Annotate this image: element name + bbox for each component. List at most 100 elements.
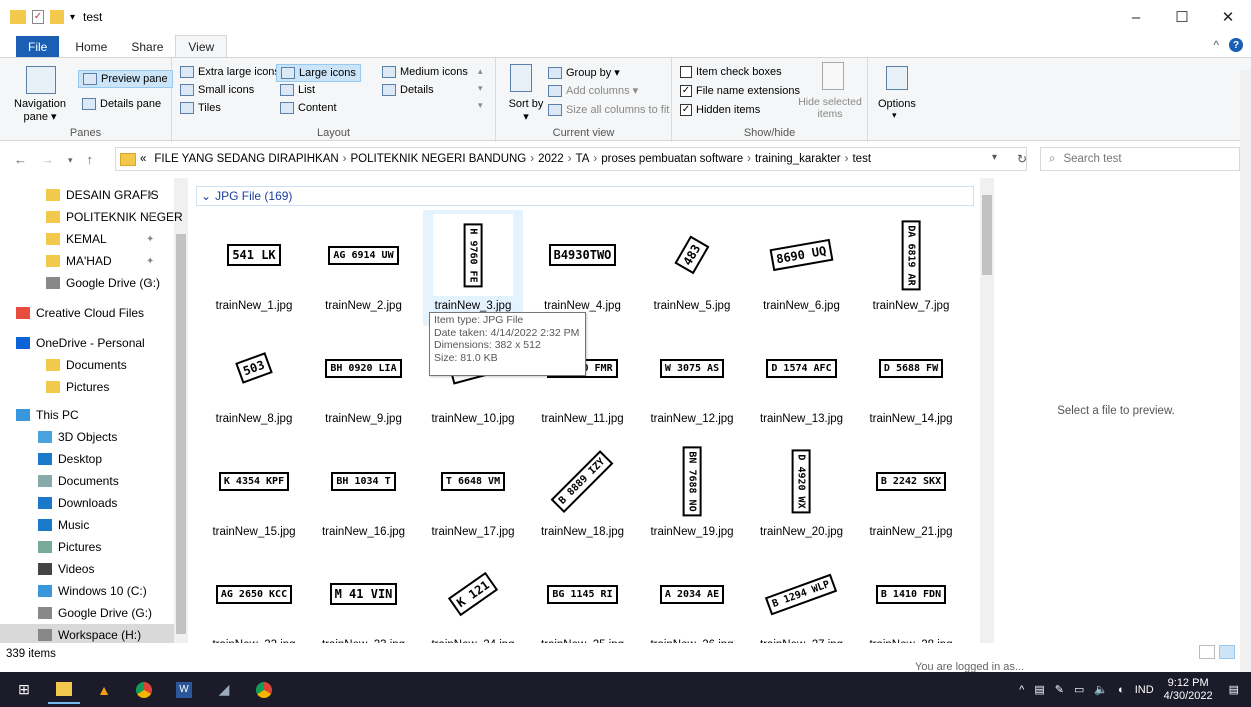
tab-home[interactable]: Home [63, 36, 119, 58]
network-icon[interactable]: ◐ [1118, 684, 1125, 696]
word-icon[interactable]: W [168, 676, 200, 704]
breadcrumb-item[interactable]: 2022 [538, 153, 564, 165]
chevron-right-icon[interactable]: › [530, 153, 534, 165]
layout-tiles[interactable]: Tiles [180, 102, 221, 114]
chevron-right-icon[interactable]: › [568, 153, 572, 165]
sidebar-item[interactable]: Google Drive (G:) [0, 602, 152, 624]
sidebar-item[interactable]: 3D Objects [0, 426, 117, 448]
tray-app-icon[interactable]: ▤ [1034, 683, 1044, 696]
sidebar-item[interactable]: Downloads [0, 492, 117, 514]
layout-details[interactable]: Details [382, 84, 434, 96]
back-arrow-icon[interactable]: ← [14, 152, 27, 167]
maximize-button[interactable]: ☐ [1159, 0, 1205, 34]
chrome-alt-icon[interactable] [248, 676, 280, 704]
file-item[interactable]: BG 1145 RItrainNew_25.jpg [533, 549, 633, 643]
close-button[interactable]: ✕ [1205, 0, 1251, 34]
ribbon-collapse-icon[interactable]: ^ [1213, 38, 1219, 52]
file-item[interactable]: M 41 VINtrainNew_23.jpg [314, 549, 414, 643]
help-icon[interactable]: ? [1229, 38, 1243, 52]
pen-icon[interactable]: ✎ [1055, 683, 1064, 696]
layout-content[interactable]: Content [280, 102, 337, 114]
chevron-right-icon[interactable]: › [845, 153, 849, 165]
file-item[interactable]: 503 trainNew_8.jpg [204, 323, 304, 439]
file-item[interactable]: AG 2650 KCCtrainNew_22.jpg [204, 549, 304, 643]
sidebar-item[interactable]: Documents [0, 470, 119, 492]
file-item[interactable]: T 6648 VM trainNew_17.jpg [423, 436, 523, 552]
battery-icon[interactable]: ▭ [1074, 683, 1084, 696]
windows-start-icon[interactable]: ⊞ [8, 676, 40, 704]
file-name-extensions-checkbox[interactable]: ✓ File name extensions [680, 85, 800, 97]
language-indicator[interactable]: IND [1135, 684, 1154, 696]
breadcrumb-item[interactable]: FILE YANG SEDANG DIRAPIHKAN [154, 153, 338, 165]
file-item[interactable]: AG 6914 UW trainNew_2.jpg [314, 210, 414, 326]
up-arrow-icon[interactable]: ↑ [87, 152, 94, 167]
sidebar-item[interactable]: Music [0, 514, 89, 536]
file-item[interactable]: BN 7688 NO trainNew_19.jpg [642, 436, 742, 552]
vlc-icon[interactable]: ▲ [88, 676, 120, 704]
sidebar-item[interactable]: POLITEKNIK NEGER ✦ [0, 206, 183, 228]
sidebar-item[interactable]: Documents [0, 354, 127, 376]
chevron-right-icon[interactable]: › [593, 153, 597, 165]
search-input[interactable]: ⌕ Search test [1040, 147, 1240, 171]
group-by-button[interactable]: Group by ▾ [548, 66, 620, 79]
sidebar-item[interactable]: Desktop [0, 448, 102, 470]
details-view-icon[interactable] [1199, 645, 1215, 659]
file-item[interactable]: K 121trainNew_24.jpg [423, 549, 523, 643]
tab-share[interactable]: Share [119, 36, 175, 58]
tab-file[interactable]: File [16, 36, 60, 58]
forward-arrow-icon[interactable]: → [41, 152, 54, 167]
chrome-icon[interactable] [128, 676, 160, 704]
file-item[interactable]: B 1410 FDNtrainNew_28.jpg [861, 549, 961, 643]
file-item[interactable]: B4930TWO trainNew_4.jpg [533, 210, 633, 326]
sidebar-item[interactable]: Pictures [0, 376, 109, 398]
item-check-boxes-checkbox[interactable]: Item check boxes [680, 66, 782, 78]
layout-medium-icons[interactable]: Medium icons [382, 66, 468, 78]
layout-extra-large-icons[interactable]: Extra large icons [180, 66, 280, 78]
file-item[interactable]: D 5688 FW trainNew_14.jpg [861, 323, 961, 439]
breadcrumb-item[interactable]: training_karakter [755, 153, 841, 165]
sidebar-item[interactable]: This PC [0, 404, 79, 426]
file-item[interactable]: A 2034 AEtrainNew_26.jpg [642, 549, 742, 643]
group-header[interactable]: ⌄ JPG File (169) [196, 186, 974, 206]
address-bar[interactable]: « FILE YANG SEDANG DIRAPIHKAN › POLITEKNI… [115, 147, 1027, 171]
navigation-pane-button[interactable] [26, 66, 56, 94]
recent-dropdown-icon[interactable]: ▾ [68, 155, 73, 167]
details-pane-button[interactable]: Details pane [82, 98, 161, 110]
layout-list[interactable]: List [280, 84, 315, 96]
options-button[interactable]: Options [878, 98, 916, 110]
notifications-icon[interactable]: ▤ [1229, 683, 1239, 696]
sidebar-item[interactable]: Creative Cloud Files [0, 302, 144, 324]
tray-expand-icon[interactable]: ^ [1019, 684, 1024, 696]
file-item[interactable]: H 9760 FE trainNew_3.jpg [423, 210, 523, 326]
preview-pane-button[interactable]: Preview pane [78, 70, 173, 88]
sidebar-item[interactable]: Windows 10 (C:) [0, 580, 147, 602]
breadcrumb-item[interactable]: POLITEKNIK NEGERI BANDUNG [351, 153, 527, 165]
tab-view[interactable]: View [175, 35, 228, 58]
chevron-right-icon[interactable]: › [747, 153, 751, 165]
add-columns-button[interactable]: Add columns ▾ [548, 84, 638, 97]
minimize-button[interactable]: – [1113, 0, 1159, 34]
quick-access-dropdown-icon[interactable]: ▾ [70, 12, 75, 23]
sidebar-item[interactable]: DESAIN GRAFIS ✦ [0, 184, 159, 206]
app-icon[interactable]: ◢ [208, 676, 240, 704]
sidebar-item[interactable]: OneDrive - Personal [0, 332, 145, 354]
file-item[interactable]: D 4920 WX trainNew_20.jpg [752, 436, 852, 552]
file-explorer-taskbar-icon[interactable] [48, 676, 80, 704]
file-item[interactable]: DA 6819 AR trainNew_7.jpg [861, 210, 961, 326]
content-scroll-thumb[interactable] [982, 195, 992, 275]
layout-scroll-icon[interactable]: ▴ ▾ ▾ [478, 66, 483, 111]
file-item[interactable]: W 3075 AS trainNew_12.jpg [642, 323, 742, 439]
breadcrumb-item[interactable]: test [852, 153, 871, 165]
layout-large-icons[interactable]: Large icons [276, 64, 361, 82]
hide-selected-items-button[interactable]: Hide selected items [796, 96, 864, 120]
options-dropdown-icon[interactable]: ▾ [892, 110, 897, 121]
sidebar-item[interactable]: Workspace (H:) [0, 624, 174, 643]
file-item[interactable]: K 4354 KPF trainNew_15.jpg [204, 436, 304, 552]
file-item[interactable]: B 1294 WLPtrainNew_27.jpg [752, 549, 852, 643]
file-item[interactable]: B 8889 IZY trainNew_18.jpg [533, 436, 633, 552]
hidden-items-checkbox[interactable]: ✓ Hidden items [680, 104, 760, 116]
window-scrollbar[interactable] [1240, 70, 1251, 672]
breadcrumb-item[interactable]: TA [576, 153, 590, 165]
address-dropdown-icon[interactable]: ▾ [992, 152, 997, 166]
breadcrumb-overflow[interactable]: « [140, 153, 146, 165]
